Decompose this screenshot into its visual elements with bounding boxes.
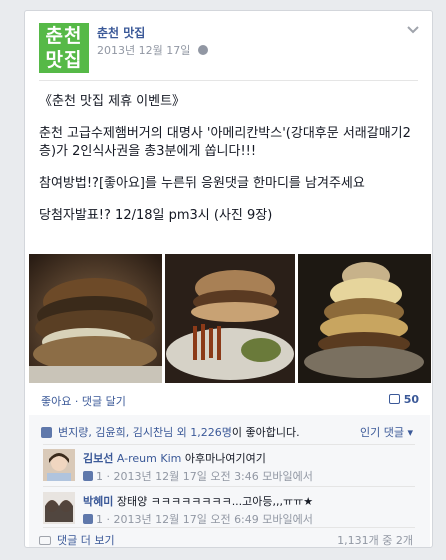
likes-divider xyxy=(43,444,415,445)
comment-author[interactable]: 박혜미 xyxy=(83,495,113,508)
page-logo[interactable]: 춘천 맛집 xyxy=(39,23,89,73)
chevron-down-icon[interactable] xyxy=(407,23,419,37)
post-body: 《춘천 맛집 제휴 이벤트》 춘천 고급수제햄버거의 대명사 '아메리칸박스'(… xyxy=(39,93,424,239)
post-actions: 좋아요 · 댓글 달기 50 xyxy=(39,390,419,410)
photo-grid xyxy=(29,254,431,383)
comment-like-count[interactable]: 1 xyxy=(96,513,103,526)
comment-meta: 1 · 2013년 12월 17일 오전 6:49 모바일에서 xyxy=(83,511,313,527)
comment-like-count[interactable]: 1 xyxy=(96,470,103,483)
post-date[interactable]: 2013년 12월 17일 xyxy=(97,44,190,57)
like-thumb-icon xyxy=(83,514,93,524)
globe-icon xyxy=(197,45,208,55)
view-more-comments-link[interactable]: 댓글 더 보기 xyxy=(57,534,115,547)
post-line-description: 춘천 고급수제햄버거의 대명사 '아메리칸박스'(강대후문 서래갈매기2층)가 … xyxy=(39,126,411,159)
comment-body: 아후마나여기여기 xyxy=(184,452,266,465)
photos-link[interactable]: (사진 9장) xyxy=(214,208,272,223)
comment-text: 김보선 A-reum Kim 아후마나여기여기 xyxy=(83,450,266,466)
comment-meta: 1 · 2013년 12월 17일 오전 3:46 모바일에서 xyxy=(83,468,313,484)
likes-suffix: 이 좋아합니다. xyxy=(231,426,300,439)
comment-body: 장태양 ㅋㅋㅋㅋㅋㅋㅋㅋ...고아등,,,ㅠㅠ★ xyxy=(116,495,314,508)
comment-timestamp: · 2013년 12월 17일 오전 6:49 모바일에서 xyxy=(103,513,313,526)
post-meta: 2013년 12월 17일 xyxy=(97,42,208,58)
likes-text: 변지량, 김윤희, 김시찬님 외 1,226명이 좋아합니다. xyxy=(41,424,300,440)
comment-author[interactable]: 김보선 xyxy=(83,452,113,465)
more-divider xyxy=(43,527,415,528)
post-line-howto: 참여방법!?[좋아요]를 누른뒤 응원댓글 한마디를 남겨주세요 xyxy=(39,176,365,191)
announce-text: 당첨자발표!? 12/18일 pm3시 xyxy=(39,208,214,223)
post-card: 춘천 맛집 춘천 맛집 2013년 12월 17일 《춘천 맛집 제휴 이벤트》… xyxy=(24,10,433,548)
like-comment-links[interactable]: 좋아요 · 댓글 달기 xyxy=(41,393,126,409)
avatar[interactable] xyxy=(43,492,75,524)
comment-sort-dropdown[interactable]: 인기 댓글 ▾ xyxy=(360,424,413,440)
post-header: 춘천 맛집 춘천 맛집 2013년 12월 17일 xyxy=(39,23,419,73)
likers-link[interactable]: 변지량, 김윤희, 김시찬님 외 1,226명 xyxy=(58,426,232,439)
post-line-announce: 당첨자발표!? 12/18일 pm3시 (사진 9장) xyxy=(39,207,424,225)
photo-3[interactable] xyxy=(298,254,431,383)
post-line-title: 《춘천 맛집 제휴 이벤트》 xyxy=(39,94,186,109)
like-thumb-icon xyxy=(41,427,52,438)
comment-item: 김보선 A-reum Kim 아후마나여기여기 1 · 2013년 12월 17… xyxy=(39,446,419,486)
comments-shown-count: 1,131개 중 2개 xyxy=(337,534,413,547)
page-name-link[interactable]: 춘천 맛집 xyxy=(97,24,145,41)
comment-tagged-user[interactable]: A-reum Kim xyxy=(117,452,181,465)
comment-icon xyxy=(388,394,400,404)
comment-count[interactable]: 50 xyxy=(388,393,419,406)
logo-line-2: 맛집 xyxy=(45,49,83,71)
comment-count-value: 50 xyxy=(403,393,419,406)
comment-item: 박혜미 장태양 ㅋㅋㅋㅋㅋㅋㅋㅋ...고아등,,,ㅠㅠ★ 1 · 2013년 1… xyxy=(39,489,419,529)
photo-2[interactable] xyxy=(165,254,295,383)
avatar[interactable] xyxy=(43,449,75,481)
photo-1[interactable] xyxy=(29,254,162,383)
like-thumb-icon xyxy=(83,471,93,481)
logo-line-1: 춘천 xyxy=(45,25,83,47)
more-comments-row: 댓글 더 보기 1,131개 중 2개 xyxy=(39,532,419,547)
header-divider xyxy=(39,80,418,81)
comment-text: 박혜미 장태양 ㅋㅋㅋㅋㅋㅋㅋㅋ...고아등,,,ㅠㅠ★ xyxy=(83,493,313,509)
comment-divider xyxy=(43,486,415,487)
comment-timestamp: · 2013년 12월 17일 오전 3:46 모바일에서 xyxy=(103,470,313,483)
comment-icon xyxy=(39,536,51,545)
